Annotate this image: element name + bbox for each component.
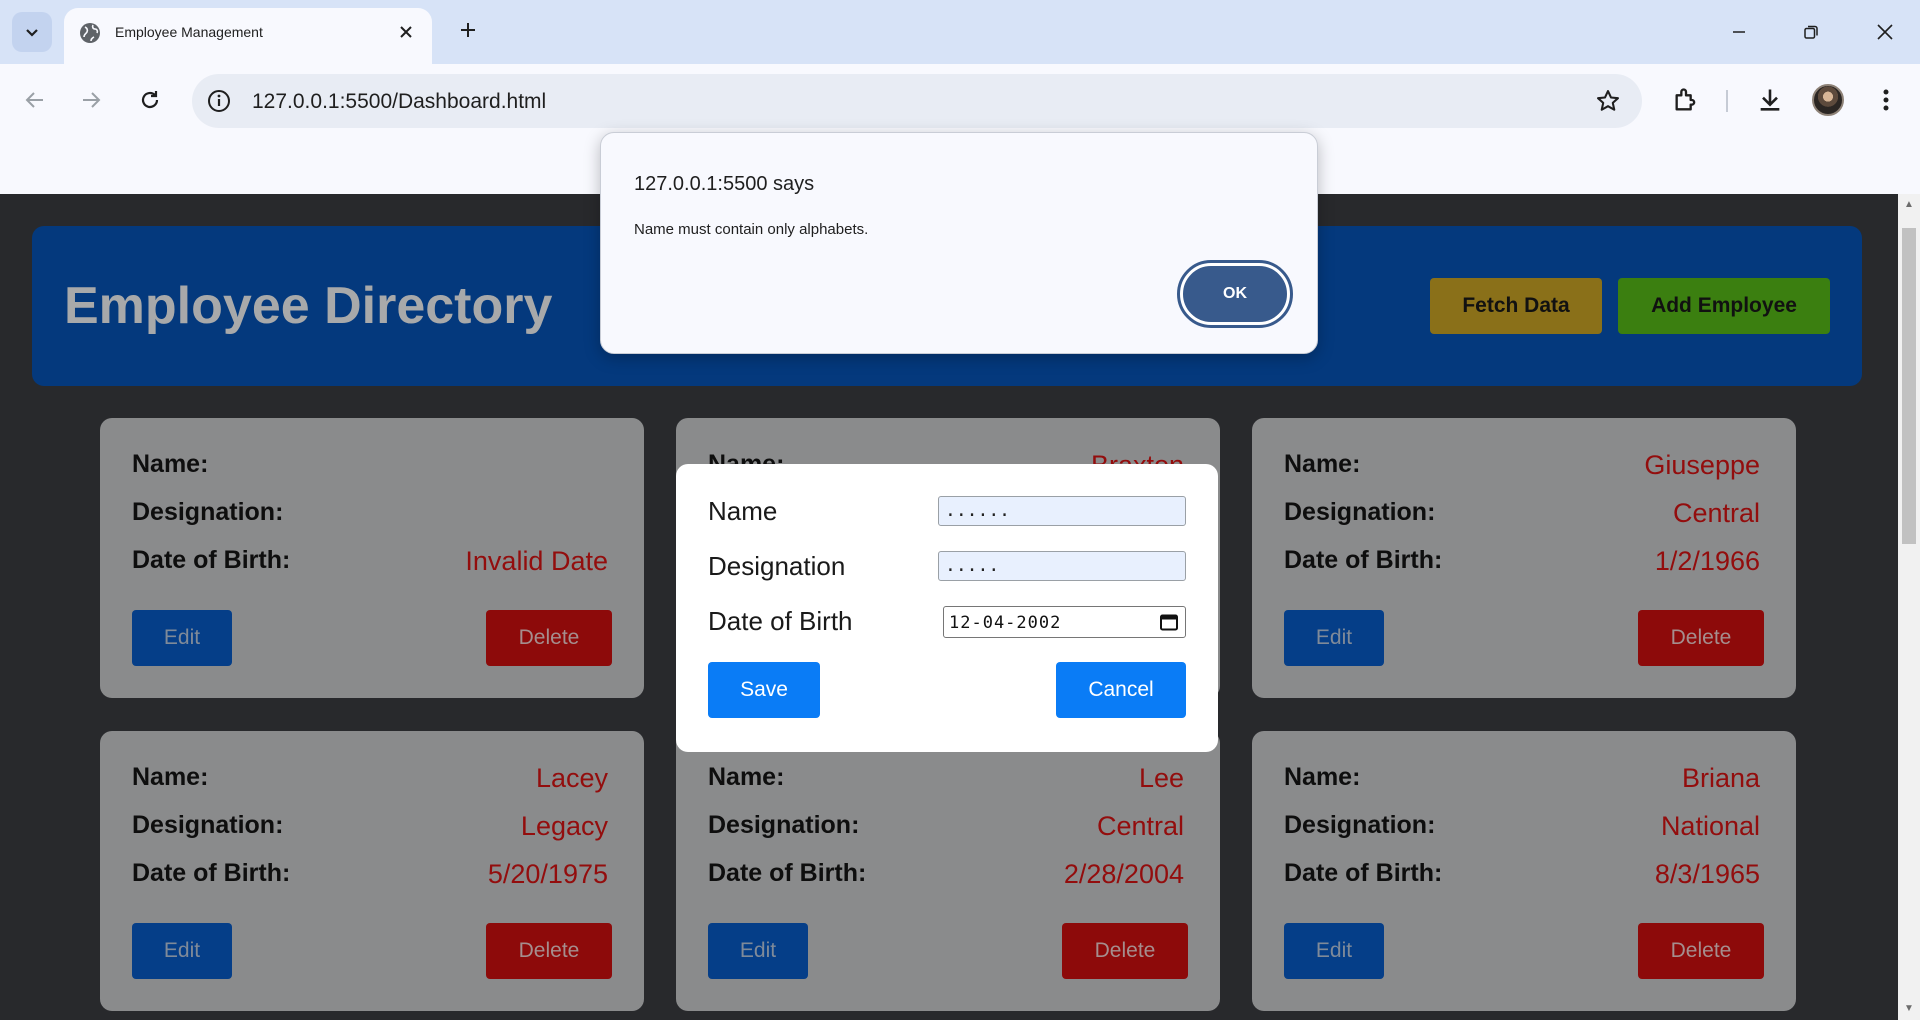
alert-title: 127.0.0.1:5500 says — [634, 173, 815, 195]
address-bar[interactable]: 127.0.0.1:5500/Dashboard.html — [192, 74, 1642, 128]
designation-value: National — [1660, 811, 1760, 841]
minimize-icon[interactable] — [1716, 10, 1762, 54]
delete-button[interactable]: Delete — [1638, 923, 1764, 979]
site-info-icon[interactable] — [204, 86, 234, 116]
name-label: Name: — [1284, 763, 1361, 791]
employee-card: Name: Lee Designation: Central Date of Bir… — [676, 731, 1220, 1011]
delete-button[interactable]: Delete — [486, 923, 612, 979]
modal-designation-label: Designation — [708, 551, 846, 581]
designation-value: Central — [1096, 811, 1184, 841]
new-tab-icon[interactable] — [452, 14, 484, 46]
name-label: Name: — [132, 763, 209, 791]
delete-button[interactable]: Delete — [1062, 923, 1188, 979]
designation-value: Central — [1672, 498, 1760, 528]
scroll-down-icon[interactable]: ▼ — [1902, 1002, 1916, 1016]
dob-date-input[interactable]: 12-04-2002 — [943, 606, 1186, 638]
tab-title: Employee Management — [115, 24, 263, 40]
bookmark-star-icon[interactable] — [1594, 87, 1622, 115]
dob-value: 8/3/1965 — [1654, 859, 1760, 889]
close-window-icon[interactable] — [1862, 10, 1908, 54]
dob-label: Date of Birth: — [708, 859, 867, 887]
name-label: Name: — [132, 450, 209, 478]
edit-button[interactable]: Edit — [1284, 610, 1384, 666]
add-employee-button[interactable]: Add Employee — [1618, 278, 1830, 334]
name-value: Lacey — [535, 763, 608, 793]
close-tab-icon[interactable] — [394, 20, 418, 44]
cancel-button[interactable]: Cancel — [1056, 662, 1186, 718]
browser-tab[interactable]: Employee Management — [64, 8, 432, 64]
download-icon[interactable] — [1752, 82, 1788, 118]
name-value: Giuseppe — [1644, 450, 1760, 480]
edit-employee-modal: Name ...... Designation ..... Date of Bi… — [676, 464, 1218, 752]
alert-ok-button[interactable]: OK — [1177, 260, 1293, 328]
scroll-up-icon[interactable]: ▲ — [1902, 198, 1916, 212]
dob-label: Date of Birth: — [132, 859, 291, 887]
toolbar-divider — [1726, 90, 1728, 112]
employee-card: Name: Designation: Date of Birth: Invalid… — [100, 418, 644, 698]
page-title: Employee Directory — [64, 277, 553, 335]
name-value: Briana — [1681, 763, 1760, 793]
dob-value: 5/20/1975 — [487, 859, 608, 889]
profile-avatar[interactable] — [1812, 84, 1844, 116]
fetch-data-button[interactable]: Fetch Data — [1430, 278, 1602, 334]
alert-message: Name must contain only alphabets. — [634, 221, 869, 238]
kebab-menu-icon[interactable] — [1868, 82, 1904, 118]
designation-value: Legacy — [520, 811, 608, 841]
delete-button[interactable]: Delete — [486, 610, 612, 666]
name-value: Lee — [1138, 763, 1184, 793]
dob-label: Date of Birth: — [1284, 546, 1443, 574]
modal-dob-label: Date of Birth — [708, 606, 853, 636]
edit-button[interactable]: Edit — [708, 923, 808, 979]
name-label: Name: — [708, 763, 785, 791]
dob-label: Date of Birth: — [1284, 859, 1443, 887]
restore-icon[interactable] — [1788, 10, 1834, 54]
edit-button[interactable]: Edit — [132, 923, 232, 979]
dob-date-value: 12-04-2002 — [949, 613, 1062, 633]
scroll-thumb[interactable] — [1902, 228, 1916, 544]
employee-card: Name: Lacey Designation: Legacy Date of Bi… — [100, 731, 644, 1011]
tab-bar: Employee Management — [0, 0, 1920, 64]
page-scrollbar[interactable]: ▲ ▼ — [1898, 194, 1920, 1020]
designation-label: Designation: — [708, 811, 860, 839]
dob-value: Invalid Date — [465, 546, 608, 576]
designation-label: Designation: — [132, 498, 284, 526]
chevron-down-icon — [26, 29, 38, 37]
extensions-icon[interactable] — [1668, 82, 1704, 118]
designation-label: Designation: — [132, 811, 284, 839]
designation-input[interactable]: ..... — [938, 551, 1186, 581]
alert-dialog: 127.0.0.1:5500 says Name must contain on… — [600, 132, 1318, 354]
tab-search-button[interactable] — [12, 12, 52, 52]
name-label: Name: — [1284, 450, 1361, 478]
dob-label: Date of Birth: — [132, 546, 291, 574]
edit-button[interactable]: Edit — [132, 610, 232, 666]
delete-button[interactable]: Delete — [1638, 610, 1764, 666]
dob-value: 2/28/2004 — [1063, 859, 1184, 889]
globe-icon — [80, 23, 100, 43]
name-input[interactable]: ...... — [938, 496, 1186, 526]
designation-label: Designation: — [1284, 498, 1436, 526]
modal-name-label: Name — [708, 496, 778, 526]
employee-card: Name: Giuseppe Designation: Central Date o… — [1252, 418, 1796, 698]
url-text: 127.0.0.1:5500/Dashboard.html — [252, 90, 547, 113]
back-arrow-icon[interactable] — [17, 82, 53, 118]
edit-button[interactable]: Edit — [1284, 923, 1384, 979]
save-button[interactable]: Save — [708, 662, 820, 718]
designation-label: Designation: — [1284, 811, 1436, 839]
dob-value: 1/2/1966 — [1654, 546, 1760, 576]
calendar-icon[interactable] — [1159, 612, 1179, 632]
reload-icon[interactable] — [132, 82, 168, 118]
employee-card: Name: Briana Designation: National Date of… — [1252, 731, 1796, 1011]
forward-arrow-icon[interactable] — [73, 82, 109, 118]
